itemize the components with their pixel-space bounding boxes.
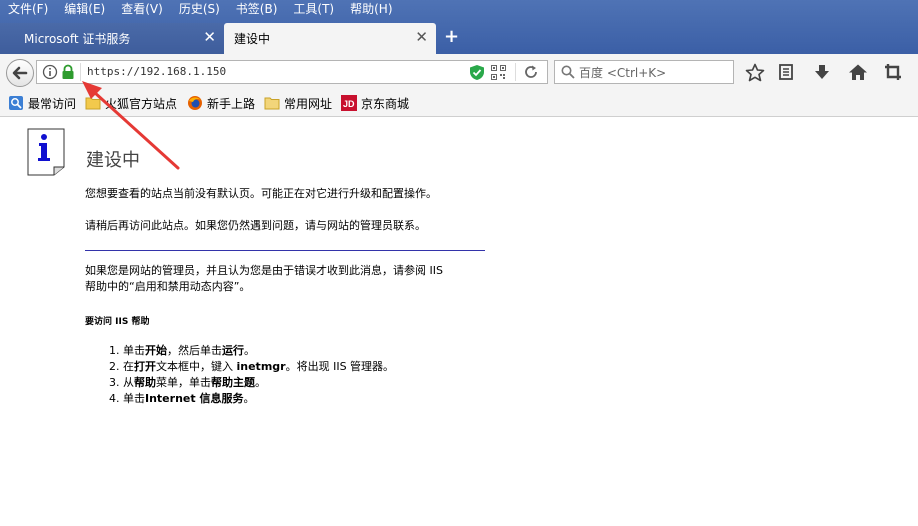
jd-logo-icon: JD [341,95,357,111]
annotation-arrow [82,81,180,170]
help-heading: 要访问 IIS 帮助 [85,317,150,327]
menu-tools[interactable]: 工具(T) [285,0,342,20]
url-divider [515,63,516,81]
reading-list-icon[interactable] [777,63,795,81]
bookmark-jd-mall[interactable]: JD 京东商城 [341,94,409,112]
new-tab-button[interactable]: + [444,27,459,47]
menu-bookmarks[interactable]: 书签(B) [228,0,286,20]
bookmark-label: 京东商城 [361,96,410,111]
menu-edit[interactable]: 编辑(E) [56,0,113,20]
bookmark-getting-started[interactable]: 新手上路 [187,94,255,112]
bookmark-label: 新手上路 [207,96,256,111]
svg-text:JD: JD [343,99,355,109]
list-item: 从帮助菜单，单击帮助主题。 [123,375,394,391]
search-icon [561,65,575,79]
close-icon[interactable]: ✕ [203,29,216,45]
menu-view[interactable]: 查看(V) [113,0,171,20]
list-item: 单击Internet 信息服务。 [123,391,394,407]
qr-code-icon[interactable] [491,65,506,80]
download-icon[interactable] [813,63,831,81]
divider-line [85,250,485,251]
shield-check-icon[interactable] [469,64,485,81]
most-visited-icon [9,96,23,110]
list-item: 在打开文本框中，键入 inetmgr。将出现 IIS 管理器。 [123,359,394,375]
menu-history[interactable]: 历史(S) [171,0,228,20]
screenshot-crop-icon[interactable] [884,63,902,81]
tab-label: Microsoft 证书服务 [24,32,131,46]
back-button[interactable] [6,59,34,87]
reload-icon[interactable] [523,64,539,80]
paragraph-admin-note-line1: 如果您是网站的管理员，并且认为您是由于错误才收到此消息，请参阅 IIS [85,264,443,277]
bookmark-label: 常用网址 [284,96,333,111]
menu-file[interactable]: 文件(F) [0,0,56,20]
paragraph-no-default-page: 您想要查看的站点当前没有默认页。可能正在对它进行升级和配置操作。 [85,187,437,200]
back-arrow-icon [12,66,28,80]
tab-under-construction[interactable]: 建设中 ✕ [224,23,436,54]
paragraph-contact-admin: 请稍后再访问此站点。如果您仍然遇到问题，请与网站的管理员联系。 [85,219,426,232]
close-icon[interactable]: ✕ [415,29,428,45]
bookmark-star-icon[interactable] [745,63,765,82]
menu-bar: 文件(F) 编辑(E) 查看(V) 历史(S) 书签(B) 工具(T) 帮助(H… [0,0,918,20]
list-item: 单击开始，然后单击运行。 [123,343,394,359]
paragraph-admin-note-line2: 帮助中的“启用和禁用动态内容”。 [85,280,251,293]
help-steps-list: 单击开始，然后单击运行。 在打开文本框中，键入 inetmgr。将出现 IIS … [85,343,394,407]
folder-icon [264,97,280,110]
tab-certificate-services[interactable]: Microsoft 证书服务 ✕ [0,23,224,54]
info-circle-icon[interactable] [42,64,58,80]
home-icon[interactable] [848,63,868,81]
tab-label: 建设中 [234,32,271,46]
search-placeholder: 百度 <Ctrl+K> [579,66,667,80]
menu-help[interactable]: 帮助(H) [342,0,400,20]
bookmark-common-sites[interactable]: 常用网址 [264,94,332,112]
